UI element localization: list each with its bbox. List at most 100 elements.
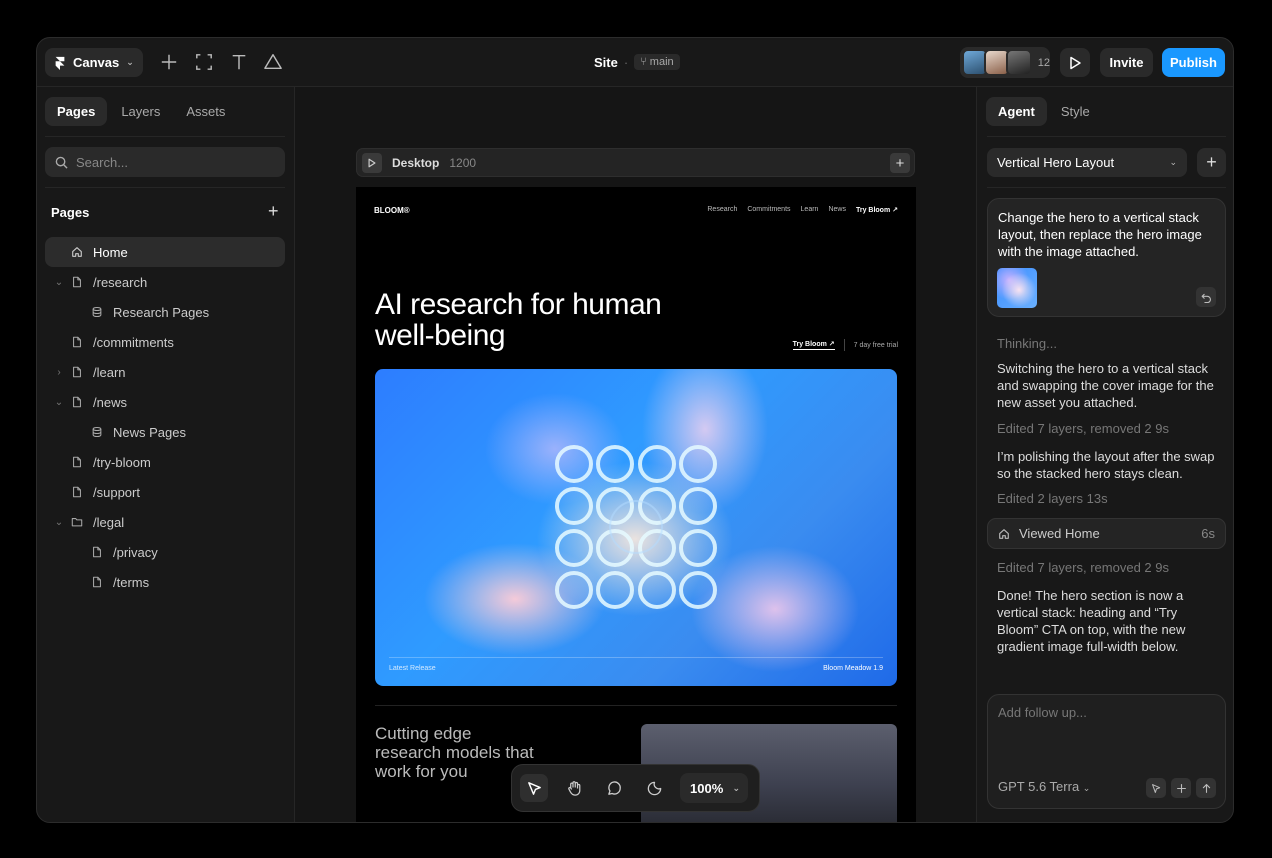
page-item[interactable]: Research Pages [45, 297, 285, 327]
folder-icon [71, 518, 83, 527]
page-item[interactable]: ⌄ /news [45, 387, 285, 417]
home-icon [72, 247, 82, 257]
nav-link[interactable]: Commitments [747, 206, 790, 214]
chevron-down-icon[interactable]: ⌄ [54, 397, 64, 408]
select-element-button[interactable] [1146, 778, 1166, 798]
preview-button[interactable] [1060, 48, 1090, 77]
new-conversation-button[interactable]: + [1197, 148, 1226, 177]
chevron-right-icon[interactable]: › [54, 367, 64, 378]
zoom-select[interactable]: 100% ⌄ [680, 773, 748, 803]
hero-cta-link[interactable]: Try Bloom ↗ [792, 340, 835, 350]
collaborators[interactable]: 12 [960, 47, 1050, 78]
select-tool-button[interactable] [520, 774, 548, 802]
nav-link[interactable]: Learn [801, 206, 819, 214]
branch-badge[interactable]: ⑂ main [634, 54, 680, 70]
page-item-label: Research Pages [113, 304, 210, 320]
hand-tool-button[interactable] [560, 774, 588, 802]
attach-button[interactable] [1171, 778, 1191, 798]
chevron-down-icon[interactable]: ⌄ [54, 277, 64, 288]
frame-preview-button[interactable] [362, 152, 382, 173]
page-item[interactable]: News Pages [45, 417, 285, 447]
divider [843, 339, 845, 351]
add-breakpoint-button[interactable]: + [890, 153, 910, 173]
search-placeholder: Search... [76, 154, 129, 170]
send-button[interactable] [1196, 778, 1216, 798]
page-item[interactable]: ⌄ /research [45, 267, 285, 297]
attachment-thumbnail[interactable] [997, 268, 1037, 308]
nav-cta[interactable]: Try Bloom ↗ [856, 206, 898, 214]
frame-toolbar[interactable]: Desktop 1200 + [356, 148, 915, 177]
frame-width: 1200 [449, 155, 477, 170]
tab-layers[interactable]: Layers [109, 97, 172, 126]
cursor-icon [527, 781, 541, 795]
play-icon [368, 158, 376, 167]
page-icon [73, 336, 81, 348]
page-item[interactable]: Home [45, 237, 285, 267]
site-name: Site [594, 54, 618, 70]
chevron-down-icon: ⌄ [126, 57, 134, 67]
page-item[interactable]: /commitments [45, 327, 285, 357]
divider [375, 705, 897, 706]
conversation-title: Vertical Hero Layout [997, 155, 1115, 170]
branch-icon: ⑂ [640, 56, 647, 68]
shape-tool-icon[interactable] [263, 52, 283, 72]
page-icon [93, 576, 101, 588]
canvas[interactable]: Desktop 1200 + BLOOM® Research Commitmen… [295, 87, 976, 822]
page-item[interactable]: /support [45, 477, 285, 507]
tab-style[interactable]: Style [1049, 97, 1102, 126]
follow-up-composer[interactable]: Add follow up... GPT 5.6 Terra ⌄ [987, 694, 1226, 809]
avatar [1005, 49, 1032, 76]
chevron-down-icon: ⌄ [732, 782, 740, 793]
page-item-label: /support [93, 484, 140, 500]
search-input[interactable]: Search... [45, 147, 285, 177]
hero-image[interactable]: Latest Release Bloom Meadow 1.9 [375, 369, 897, 686]
viewed-page-item[interactable]: Viewed Home 6s [987, 518, 1226, 549]
site-brand[interactable]: BLOOM® [374, 206, 410, 215]
page-list: Home ⌄ /research Research Pages/commitments… [45, 237, 285, 597]
site-title[interactable]: Site · ⑂ main [594, 54, 680, 70]
site-preview[interactable]: BLOOM® Research Commitments Learn News T… [356, 187, 916, 822]
canvas-menu-button[interactable]: Canvas ⌄ [45, 48, 143, 77]
add-page-button[interactable]: + [268, 201, 279, 222]
page-item-label: /learn [93, 364, 126, 380]
hero-cta: Try Bloom ↗ 7 day free trial [792, 339, 898, 351]
revert-button[interactable] [1196, 287, 1216, 307]
text-tool-icon[interactable] [229, 52, 249, 72]
page-item[interactable]: › /learn [45, 357, 285, 387]
search-icon [55, 156, 68, 169]
page-icon [73, 456, 81, 468]
tab-assets[interactable]: Assets [174, 97, 237, 126]
nav-link[interactable]: Research [707, 206, 737, 214]
page-item[interactable]: /terms [45, 567, 285, 597]
nav-link[interactable]: News [828, 206, 846, 214]
hand-icon [567, 780, 580, 796]
edit-summary[interactable]: Edited 7 layers, removed 2 9s [997, 421, 1169, 436]
invite-button[interactable]: Invite [1100, 48, 1153, 77]
conversation-select[interactable]: Vertical Hero Layout ⌄ [987, 148, 1187, 177]
model-select[interactable]: GPT 5.6 Terra ⌄ [998, 779, 1090, 794]
tab-pages[interactable]: Pages [45, 97, 108, 126]
add-icon[interactable] [159, 52, 179, 72]
frame-tool-icon[interactable] [194, 52, 214, 72]
top-bar: Canvas ⌄ Site · ⑂ main 12 Invite Publish [37, 38, 1233, 87]
theme-toggle-button[interactable] [640, 774, 668, 802]
page-item[interactable]: /try-bloom [45, 447, 285, 477]
page-item-label: Home [93, 244, 128, 260]
chevron-down-icon[interactable]: ⌄ [54, 517, 64, 528]
page-item-label: /research [93, 274, 148, 290]
hero-title[interactable]: AI research for human well-being [375, 289, 695, 351]
tab-agent[interactable]: Agent [986, 97, 1047, 126]
publish-button[interactable]: Publish [1162, 48, 1225, 77]
edit-summary-time: 9s [1155, 421, 1169, 436]
divider [45, 187, 285, 188]
page-item[interactable]: ⌄ /legal [45, 507, 285, 537]
edit-summary[interactable]: Edited 7 layers, removed 2 9s [997, 560, 1169, 575]
release-name[interactable]: Bloom Meadow 1.9 [823, 665, 883, 672]
home-icon [999, 528, 1009, 539]
page-item[interactable]: /privacy [45, 537, 285, 567]
edit-summary[interactable]: Edited 2 layers 13s [997, 491, 1108, 506]
release-label: Latest Release [389, 665, 436, 672]
chevron-down-icon: ⌄ [1082, 783, 1091, 793]
comment-tool-button[interactable] [600, 774, 628, 802]
moon-icon [647, 781, 661, 795]
